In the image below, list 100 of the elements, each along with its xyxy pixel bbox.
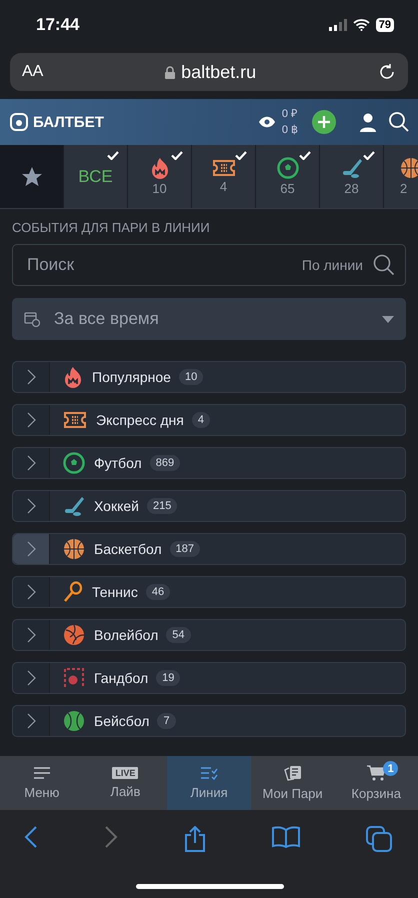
nav-tab[interactable]: Мои Пари bbox=[250, 756, 334, 810]
category-name: Популярное bbox=[92, 369, 171, 385]
url-text: baltbet.ru bbox=[181, 62, 256, 82]
star-icon bbox=[20, 164, 44, 188]
back-icon bbox=[24, 826, 38, 848]
event-count: 46 bbox=[146, 584, 170, 600]
chevron-icon bbox=[26, 670, 36, 686]
forward-button[interactable] bbox=[104, 826, 118, 848]
plus-icon bbox=[317, 115, 331, 129]
nav-tab[interactable]: Корзина 1 bbox=[334, 756, 418, 810]
all-label: ВСЕ bbox=[78, 166, 113, 186]
baseball-icon bbox=[63, 710, 85, 732]
search-scope: По линии bbox=[302, 257, 363, 273]
back-button[interactable] bbox=[24, 826, 38, 848]
live-icon: LIVE bbox=[112, 767, 138, 779]
event-count: 54 bbox=[166, 627, 191, 643]
category-name: Баскетбол bbox=[94, 541, 162, 557]
chevron-icon bbox=[26, 455, 36, 471]
lock-icon bbox=[165, 66, 176, 78]
sport-tab[interactable]: 28 bbox=[320, 145, 384, 208]
event-count: 28 bbox=[344, 181, 359, 196]
checklist-icon bbox=[200, 766, 218, 780]
category-row[interactable]: Баскетбол 187 bbox=[12, 533, 406, 565]
basketball-icon bbox=[400, 157, 418, 179]
address-bar[interactable]: AA baltbet.ru bbox=[10, 53, 408, 91]
cart-icon bbox=[366, 765, 386, 781]
nav-tab[interactable]: Меню bbox=[0, 756, 84, 810]
book-icon bbox=[272, 826, 300, 848]
sport-tab[interactable]: 10 bbox=[128, 145, 192, 208]
share-icon bbox=[184, 826, 206, 852]
category-name: Бейсбол bbox=[94, 713, 150, 729]
text-size-button[interactable]: AA bbox=[22, 63, 44, 81]
wifi-icon bbox=[352, 19, 370, 31]
period-value: За все время bbox=[54, 309, 160, 329]
event-count: 187 bbox=[170, 541, 200, 557]
category-row[interactable]: Гандбол 19 bbox=[12, 662, 406, 694]
search-field[interactable]: Поиск По линии bbox=[12, 244, 406, 286]
chevron-icon bbox=[26, 713, 36, 729]
documents-icon bbox=[284, 765, 302, 781]
search-button[interactable] bbox=[388, 111, 410, 133]
share-button[interactable] bbox=[184, 826, 206, 852]
logo-icon bbox=[10, 113, 28, 131]
period-dropdown[interactable]: За все время bbox=[12, 298, 406, 340]
category-row[interactable]: Футбол 869 bbox=[12, 447, 406, 479]
category-row[interactable]: Популярное 10 bbox=[12, 361, 406, 393]
event-count: 4 bbox=[192, 412, 210, 428]
category-row[interactable]: Бейсбол 7 bbox=[12, 705, 406, 737]
flame-icon bbox=[150, 157, 170, 179]
clock: 17:44 bbox=[36, 15, 80, 35]
category-row[interactable]: Хоккей 215 bbox=[12, 490, 406, 522]
category-row[interactable]: Теннис 46 bbox=[12, 576, 406, 608]
volleyball-icon bbox=[63, 624, 85, 646]
balance-text: 0 ₽ bbox=[282, 107, 298, 122]
category-row[interactable]: Волейбол 54 bbox=[12, 619, 406, 651]
category-name: Теннис bbox=[92, 584, 138, 600]
ball-icon bbox=[276, 157, 298, 179]
chevron-icon bbox=[26, 627, 36, 643]
bookmarks-button[interactable] bbox=[272, 826, 300, 848]
sport-tab[interactable]: 2 bbox=[384, 145, 418, 208]
event-count: 19 bbox=[156, 670, 180, 686]
ball-icon bbox=[63, 452, 85, 474]
category-name: Хоккей bbox=[94, 498, 139, 514]
user-icon bbox=[358, 112, 378, 132]
category-name: Футбол bbox=[94, 455, 142, 471]
deposit-button[interactable] bbox=[312, 110, 336, 134]
ticket-icon bbox=[212, 159, 236, 177]
category-name: Экспресс дня bbox=[96, 412, 184, 428]
category-row[interactable]: Экспресс дня 4 bbox=[12, 404, 406, 436]
event-count: 10 bbox=[178, 369, 204, 385]
sport-tab[interactable] bbox=[0, 145, 64, 208]
sport-tab[interactable]: ВСЕ bbox=[64, 145, 128, 208]
chevron-icon bbox=[26, 412, 36, 428]
sport-tab[interactable]: 65 bbox=[256, 145, 320, 208]
search-icon bbox=[388, 111, 410, 133]
logo-text: БАЛТБЕТ bbox=[33, 114, 105, 130]
racket-icon bbox=[63, 581, 83, 603]
event-count: 215 bbox=[146, 498, 178, 514]
dropdown-caret-icon bbox=[382, 316, 394, 322]
sport-tab[interactable]: 4 bbox=[192, 145, 256, 208]
event-count: 7 bbox=[157, 713, 176, 729]
chevron-icon bbox=[26, 369, 36, 385]
battery-level: 79 bbox=[376, 18, 394, 32]
event-count: 65 bbox=[280, 181, 295, 196]
calendar-icon bbox=[24, 311, 40, 327]
eye-icon[interactable] bbox=[258, 116, 276, 128]
tabs-button[interactable] bbox=[366, 826, 392, 852]
event-count: 10 bbox=[152, 181, 167, 196]
hockey-stick-icon bbox=[340, 157, 362, 179]
goal-ball-icon bbox=[63, 667, 85, 689]
chevron-icon bbox=[26, 541, 36, 557]
nav-tab[interactable]: Линия bbox=[167, 756, 251, 810]
reload-icon[interactable] bbox=[378, 63, 396, 81]
nav-tab[interactable]: LIVE Лайв bbox=[84, 756, 168, 810]
section-title: СОБЫТИЯ ДЛЯ ПАРИ В ЛИНИИ bbox=[11, 219, 211, 237]
hockey-stick-icon bbox=[63, 495, 85, 517]
event-count: 2 bbox=[400, 181, 408, 196]
bonus-balance-text: 0 ฿ bbox=[282, 123, 298, 138]
category-name: Гандбол bbox=[94, 670, 148, 686]
search-input[interactable]: Поиск bbox=[25, 254, 302, 276]
profile-button[interactable] bbox=[358, 112, 378, 132]
